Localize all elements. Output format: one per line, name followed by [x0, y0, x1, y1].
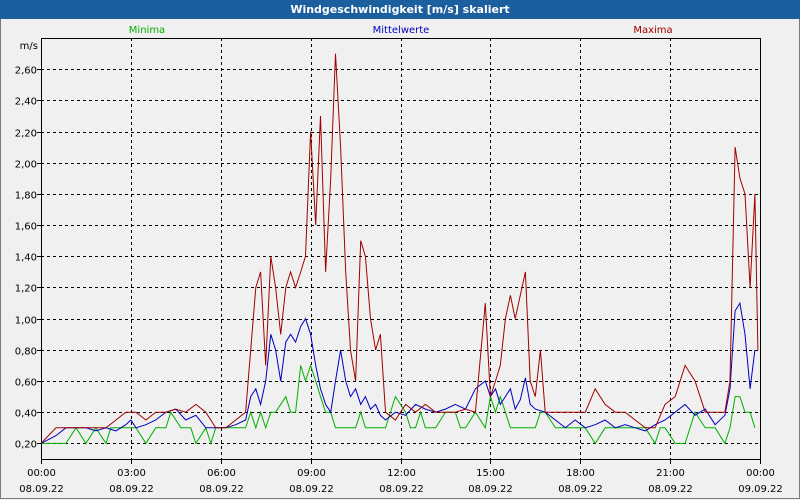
x-tick-date: 08.09.22	[648, 484, 693, 495]
y-tick-label: 1,40	[15, 253, 37, 264]
x-tick-time: 15:00	[476, 468, 505, 479]
chart-frame: m/s 0,20 0,40 0,60 0,80 1,00 1,20 1,40 1,60 1,80…	[0, 19, 800, 499]
x-tick-date: 08.09.22	[199, 484, 244, 495]
x-tick-time: 18:00	[566, 468, 595, 479]
y-tick-label: 0,40	[15, 409, 37, 420]
x-tick-time: 06:00	[207, 468, 236, 479]
x-tick-time: 12:00	[387, 468, 416, 479]
y-tick-label: 1,80	[15, 191, 37, 202]
x-ticks: 00:00 08.09.22 03:00 08.09.22 06:00 08.09.22 0…	[19, 459, 783, 495]
series-line-maxima	[40, 53, 759, 444]
y-tick-label: 0,60	[15, 378, 37, 389]
legend-entry: Maxima	[633, 25, 672, 36]
y-tick-label: 2,20	[15, 129, 37, 140]
series-line-minima	[41, 363, 756, 446]
x-tick-date: 08.09.22	[19, 484, 64, 495]
legend-entry: Mittelwerte	[373, 25, 430, 36]
y-tick-label: 2,40	[15, 97, 37, 108]
grid	[41, 38, 760, 459]
y-tick-label: 0,20	[15, 440, 37, 451]
y-tick-label: 1,00	[15, 316, 37, 327]
series-line-mittelwerte	[40, 301, 756, 444]
y-tick-label: 0,80	[15, 347, 37, 358]
legend-entry: Minima	[129, 25, 165, 36]
x-tick-time: 21:00	[656, 468, 685, 479]
y-tick-label: 1,20	[15, 284, 37, 295]
x-tick-date: 08.09.22	[558, 484, 603, 495]
series-lines	[40, 53, 759, 446]
legend: Minima Mittelwerte Maxima	[129, 25, 673, 36]
x-tick-time: 03:00	[117, 468, 146, 479]
y-ticks: 0,20 0,40 0,60 0,80 1,00 1,20 1,40 1,60 1,80 2,00…	[15, 66, 41, 451]
x-tick-date: 08.09.22	[289, 484, 334, 495]
chart-title: Windgeschwindigkeit [m/s] skaliert	[0, 0, 800, 19]
x-tick-date: 08.09.22	[109, 484, 154, 495]
line-chart: m/s 0,20 0,40 0,60 0,80 1,00 1,20 1,40 1,60 1,80…	[15, 25, 783, 495]
y-tick-label: 1,60	[15, 222, 37, 233]
y-tick-label: 2,00	[15, 160, 37, 171]
y-tick-label: 2,60	[15, 66, 37, 77]
x-tick-time: 00:00	[746, 468, 775, 479]
y-axis-label: m/s	[20, 41, 38, 52]
x-tick-time: 09:00	[297, 468, 326, 479]
x-tick-time: 00:00	[27, 468, 56, 479]
x-tick-date: 09.09.22	[738, 484, 783, 495]
x-tick-date: 08.09.22	[468, 484, 513, 495]
x-tick-date: 08.09.22	[379, 484, 424, 495]
